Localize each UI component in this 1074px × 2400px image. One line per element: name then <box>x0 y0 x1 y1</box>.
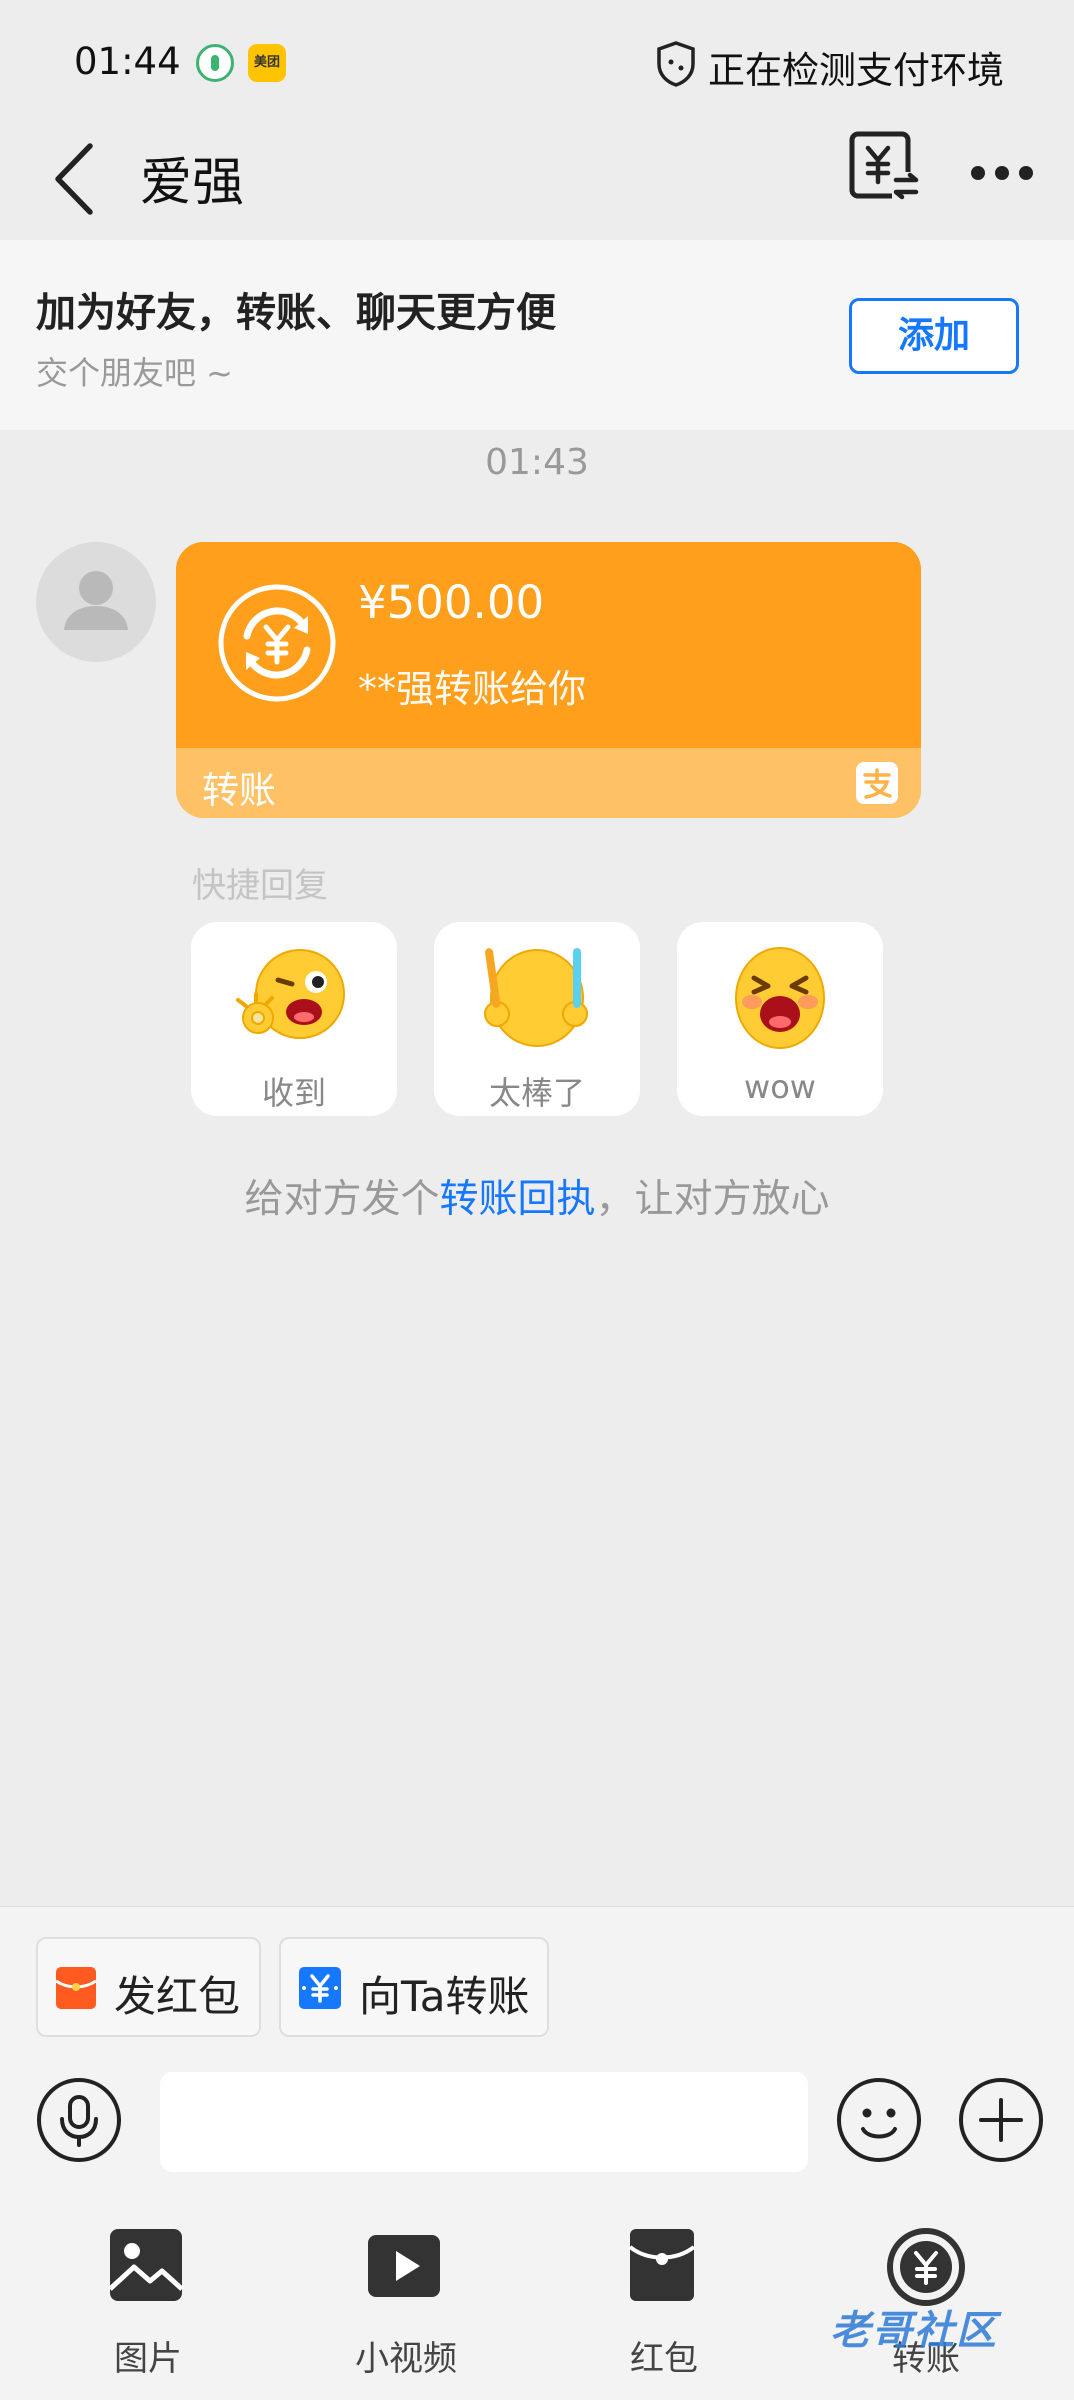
quick-reply-received[interactable]: 收到 <box>191 922 397 1116</box>
transfer-receipt-link[interactable]: 转账回执 <box>439 1177 595 1222</box>
emoji-icon[interactable] <box>836 2077 922 2163</box>
red-packet-icon <box>628 2229 696 2301</box>
payment-env-status: 正在检测支付环境 <box>708 49 1004 92</box>
plus-icon[interactable] <box>958 2077 1044 2163</box>
send-red-packet-label: 发红包 <box>114 1972 241 2021</box>
message-input[interactable] <box>160 2072 808 2172</box>
more-icon[interactable] <box>968 158 1036 188</box>
shield-icon <box>657 41 695 87</box>
watermark-logo: 老哥社区 <box>830 2308 998 2354</box>
transfer-receipt-hint: 给对方发个转账回执，让对方放心 <box>0 1168 1074 1224</box>
app-notification-icon <box>196 44 234 82</box>
wow-emoji-icon <box>735 947 825 1049</box>
quick-reply-text: 收到 <box>261 1074 326 1112</box>
status-time: 01:44 <box>74 40 181 83</box>
banner-subtitle: 交个朋友吧 ~ <box>36 354 233 392</box>
transfer-record-icon[interactable] <box>846 128 920 204</box>
tool-video[interactable]: 小视频 <box>326 2217 486 2387</box>
transfer-card-body: ¥500.00 **强转账给你 <box>176 542 921 748</box>
voice-input-icon[interactable] <box>36 2077 122 2163</box>
red-packet-icon <box>56 1967 96 2009</box>
transfer-message-card[interactable]: ¥500.00 **强转账给你 转账 <box>176 542 921 818</box>
tool-image[interactable]: 图片 <box>68 2217 228 2387</box>
transfer-icon <box>887 2228 965 2306</box>
tool-red-packet-label: 红包 <box>630 2339 698 2379</box>
transfer-yuan-icon <box>299 1967 341 2009</box>
transfer-amount: ¥500.00 <box>358 576 545 629</box>
add-friend-button[interactable]: 添加 <box>849 298 1019 374</box>
page-title: 爱强 <box>140 153 245 213</box>
receipt-hint-prefix: 给对方发个 <box>244 1177 440 1222</box>
banner-title: 加为好友，转账、聊天更方便 <box>36 290 556 336</box>
transfer-to-them-label: 向Ta转账 <box>359 1972 530 2021</box>
quick-reply-label: 快捷回复 <box>192 866 328 906</box>
quick-reply-text: 太棒了 <box>488 1074 585 1112</box>
tool-image-label: 图片 <box>114 2339 182 2379</box>
ok-wink-emoji-icon <box>236 949 345 1039</box>
transfer-description: **强转账给你 <box>358 667 587 711</box>
avatar[interactable] <box>36 542 156 662</box>
receipt-hint-suffix: ，让对方放心 <box>595 1177 830 1222</box>
back-icon[interactable] <box>46 134 106 224</box>
tool-red-packet[interactable]: 红包 <box>584 2217 744 2387</box>
status-bar: 01:44 美团 正在检测支付环境 <box>0 0 1074 120</box>
video-icon <box>368 2235 440 2297</box>
meituan-notification-icon: 美团 <box>248 44 286 82</box>
quick-reply-awesome[interactable]: 太棒了 <box>434 922 640 1116</box>
image-icon <box>108 2229 184 2301</box>
default-user-icon <box>64 571 128 630</box>
add-friend-banner: 加为好友，转账、聊天更方便 交个朋友吧 ~ 添加 <box>0 240 1074 430</box>
tool-video-label: 小视频 <box>355 2339 457 2379</box>
transfer-to-them-button[interactable]: 向Ta转账 <box>279 1937 549 2037</box>
quick-reply-text: wow <box>744 1068 816 1106</box>
transfer-card-footer: 转账 <box>176 748 921 818</box>
glowsticks-emoji-icon <box>484 948 588 1047</box>
alipay-icon <box>856 762 898 804</box>
transfer-coin-icon <box>218 584 336 702</box>
nav-bar: 爱强 <box>0 120 1074 238</box>
quick-reply-wow[interactable]: wow <box>677 922 883 1116</box>
send-red-packet-button[interactable]: 发红包 <box>36 1937 261 2037</box>
chat-timestamp: 01:43 <box>485 442 589 483</box>
transfer-label: 转账 <box>202 769 276 812</box>
